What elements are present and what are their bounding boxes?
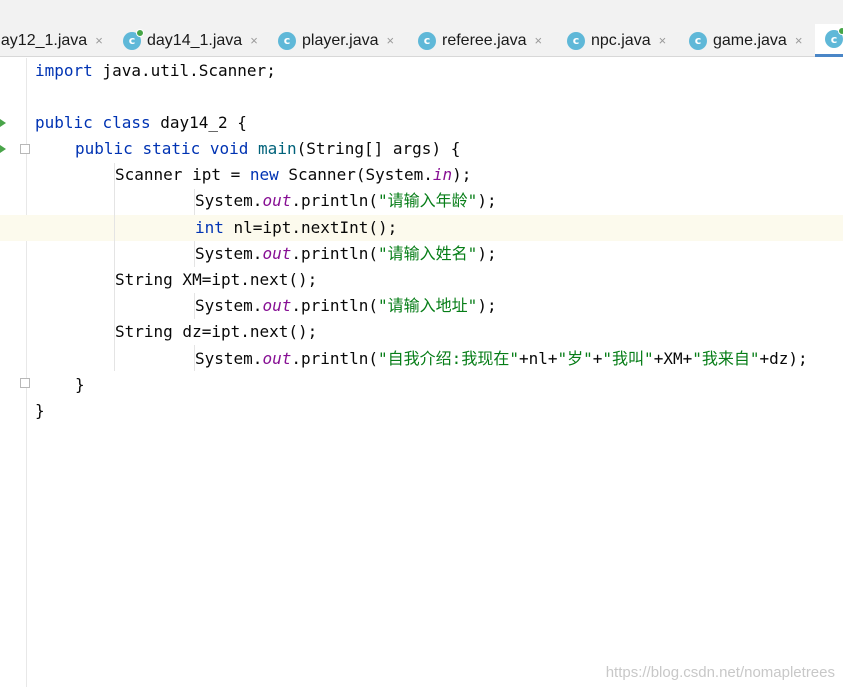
class-icon: c	[689, 31, 707, 50]
class-run-icon: c	[825, 27, 843, 48]
close-icon[interactable]: ×	[387, 33, 395, 48]
code-line-10: System.out.println("请输入地址");	[195, 296, 497, 315]
tab-label: day12_1.java	[0, 31, 88, 49]
run-class-icon[interactable]	[0, 119, 6, 127]
tab-day14-2-active[interactable]: c	[815, 24, 843, 57]
code-line-3: public class day14_2 {	[35, 113, 247, 132]
close-icon[interactable]: ×	[250, 33, 258, 48]
tab-label: npc.java	[591, 31, 651, 49]
close-icon[interactable]: ×	[95, 33, 103, 48]
tab-day12-1[interactable]: day12_1.java ×	[0, 24, 103, 57]
tab-referee[interactable]: c referee.java ×	[418, 24, 542, 57]
code-line-13: }	[75, 375, 85, 394]
code-line-8: System.out.println("请输入姓名");	[195, 244, 497, 263]
class-icon: c	[418, 31, 436, 50]
tab-label: referee.java	[442, 31, 527, 49]
class-icon: c	[567, 31, 585, 50]
class-run-icon: c	[123, 28, 144, 50]
code-editor[interactable]: import java.util.Scanner; public class d…	[0, 58, 843, 687]
tab-day14-1[interactable]: c day14_1.java ×	[123, 24, 258, 57]
current-line-highlight	[0, 215, 843, 241]
close-icon[interactable]: ×	[659, 33, 667, 48]
tab-npc[interactable]: c npc.java ×	[567, 24, 666, 57]
code-line-4: public static void main(String[] args) {	[75, 139, 461, 158]
editor-tab-bar: day12_1.java × c day14_1.java × c player…	[0, 24, 843, 57]
code-line-12: System.out.println("自我介绍:我现在"+nl+"岁"+"我叫…	[195, 349, 808, 368]
run-main-icon[interactable]	[0, 145, 6, 153]
code-line-14: }	[35, 401, 45, 420]
tab-label: player.java	[302, 31, 379, 49]
class-icon: c	[278, 31, 296, 50]
tab-player[interactable]: c player.java ×	[278, 24, 394, 57]
code-line-1: import java.util.Scanner;	[35, 61, 276, 80]
code-line-9: String XM=ipt.next();	[115, 270, 318, 289]
close-icon[interactable]: ×	[535, 33, 543, 48]
title-strip	[0, 0, 843, 24]
code-line-7: int nl=ipt.nextInt();	[195, 218, 398, 237]
close-icon[interactable]: ×	[795, 33, 803, 48]
editor-gutter	[0, 58, 30, 687]
code-line-6: System.out.println("请输入年龄");	[195, 191, 497, 210]
tab-game[interactable]: c game.java ×	[689, 24, 802, 57]
code-line-11: String dz=ipt.next();	[115, 322, 318, 341]
code-line-5: Scanner ipt = new Scanner(System.in);	[115, 165, 472, 184]
watermark: https://blog.csdn.net/nomapletrees	[605, 664, 835, 681]
tab-label: game.java	[713, 31, 787, 49]
tab-label: day14_1.java	[147, 31, 243, 49]
